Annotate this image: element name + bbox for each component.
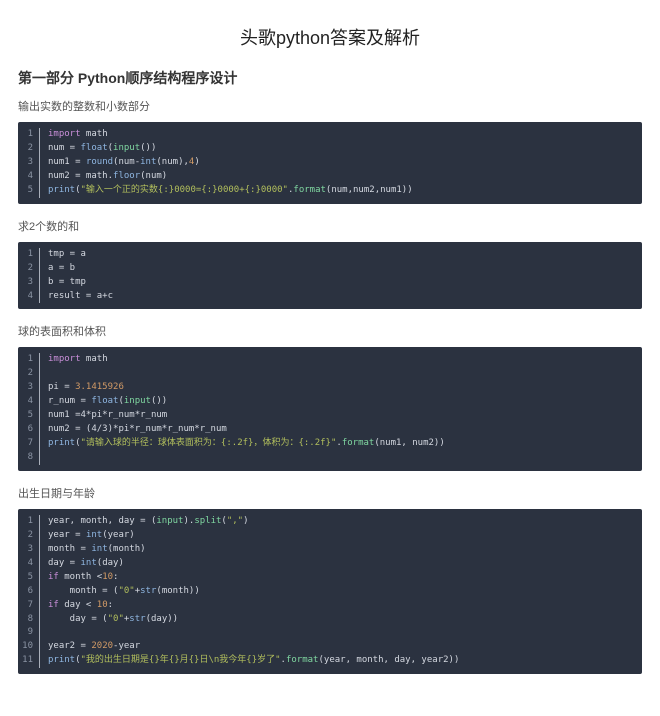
line-number: 10 [18, 640, 40, 654]
code-block-4: 1year, month, day = (input).split(",") 2… [18, 509, 642, 674]
code-line: 3pi = 3.1415926 [18, 381, 642, 395]
line-number: 11 [18, 654, 40, 668]
line-number: 2 [18, 262, 40, 276]
line-number: 1 [18, 128, 40, 142]
code-line: 4day = int(day) [18, 557, 642, 571]
subsection-int-decimal: 输出实数的整数和小数部分 [18, 98, 642, 114]
line-number: 9 [18, 626, 40, 640]
code-line: 11print("我的出生日期是{}年{}月{}日\n我今年{}岁了".form… [18, 654, 642, 668]
line-number: 4 [18, 170, 40, 184]
line-number: 3 [18, 543, 40, 557]
code-line: 2 [18, 367, 642, 381]
code-line: 4num2 = math.floor(num) [18, 170, 642, 184]
code-line: 2year = int(year) [18, 529, 642, 543]
code-line: 2a = b [18, 262, 642, 276]
page-title: 头歌python答案及解析 [18, 24, 642, 50]
line-number: 3 [18, 276, 40, 290]
code-line: 5num1 =4*pi*r_num*r_num [18, 409, 642, 423]
code-line: 10year2 = 2020-year [18, 640, 642, 654]
code-line: 3b = tmp [18, 276, 642, 290]
line-number: 6 [18, 585, 40, 599]
code-line: 8 day = ("0"+str(day)) [18, 613, 642, 627]
line-number: 1 [18, 248, 40, 262]
code-line: 7print("请输入球的半径：球体表面积为：{:.2f}，体积为：{:.2f}… [18, 437, 642, 451]
line-number: 3 [18, 156, 40, 170]
subsection-birth: 出生日期与年龄 [18, 485, 642, 501]
code-line: 8 [18, 451, 642, 465]
code-line: 7if day < 10: [18, 599, 642, 613]
code-line: 5if month <10: [18, 571, 642, 585]
code-block-3: 1import math 2 3pi = 3.1415926 4r_num = … [18, 347, 642, 471]
code-line: 1import math [18, 353, 642, 367]
code-line: 1import math [18, 128, 642, 142]
code-line: 6num2 = (4/3)*pi*r_num*r_num*r_num [18, 423, 642, 437]
code-line: 3num1 = round(num-int(num),4) [18, 156, 642, 170]
subsection-sphere: 球的表面积和体积 [18, 323, 642, 339]
line-number: 8 [18, 451, 40, 465]
line-number: 5 [18, 571, 40, 585]
line-number: 4 [18, 395, 40, 409]
code-block-2: 1tmp = a 2a = b 3b = tmp 4result = a+c [18, 242, 642, 310]
line-number: 5 [18, 184, 40, 198]
line-number: 6 [18, 423, 40, 437]
line-number: 7 [18, 599, 40, 613]
line-number: 8 [18, 613, 40, 627]
line-number: 1 [18, 353, 40, 367]
document-root: 头歌python答案及解析 第一部分 Python顺序结构程序设计 输出实数的整… [0, 0, 660, 702]
subsection-sum: 求2个数的和 [18, 218, 642, 234]
code-line: 5print("输入一个正的实数{:}0000={:}0000+{:}0000"… [18, 184, 642, 198]
line-number: 2 [18, 142, 40, 156]
line-number: 1 [18, 515, 40, 529]
code-line: 1tmp = a [18, 248, 642, 262]
code-line: 6 month = ("0"+str(month)) [18, 585, 642, 599]
code-line: 4result = a+c [18, 290, 642, 304]
code-line: 4r_num = float(input()) [18, 395, 642, 409]
code-line: 1year, month, day = (input).split(",") [18, 515, 642, 529]
line-number: 2 [18, 529, 40, 543]
line-number: 4 [18, 290, 40, 304]
code-line: 2num = float(input()) [18, 142, 642, 156]
line-number: 2 [18, 367, 40, 381]
code-line: 9 [18, 626, 642, 640]
line-number: 3 [18, 381, 40, 395]
line-number: 4 [18, 557, 40, 571]
line-number: 5 [18, 409, 40, 423]
code-line: 3month = int(month) [18, 543, 642, 557]
section-header-1: 第一部分 Python顺序结构程序设计 [18, 68, 642, 88]
line-number: 7 [18, 437, 40, 451]
code-block-1: 1import math 2num = float(input()) 3num1… [18, 122, 642, 204]
